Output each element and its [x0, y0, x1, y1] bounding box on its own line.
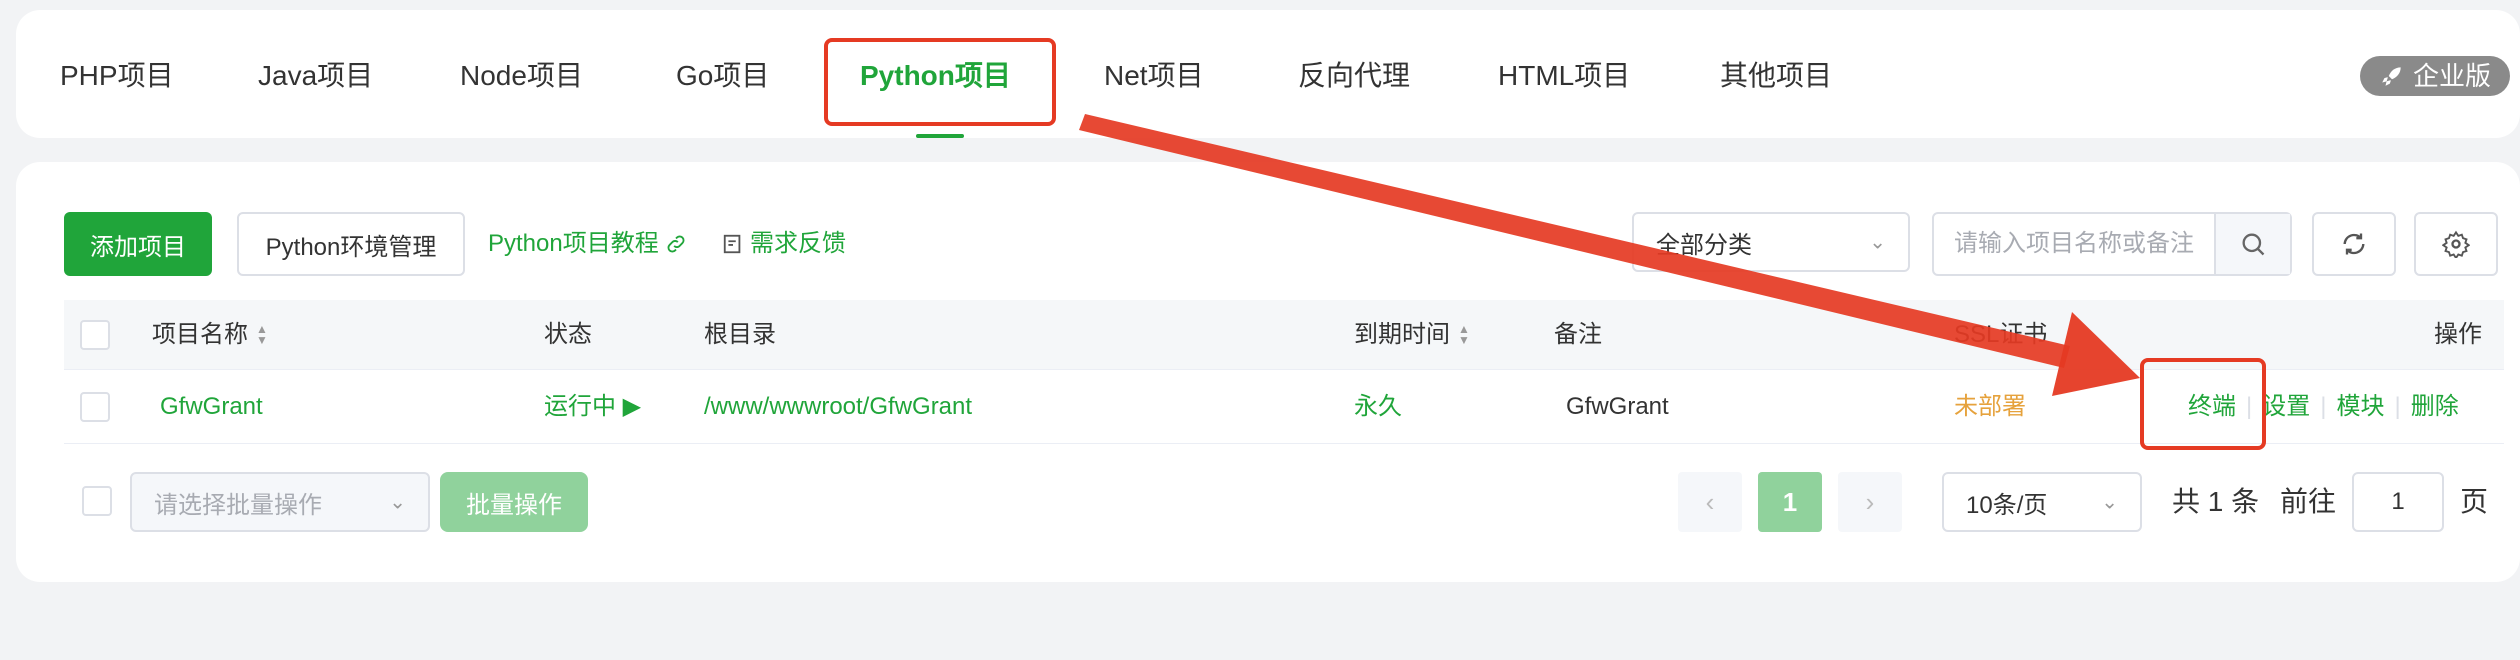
- chevron-left-icon: ‹: [1705, 486, 1715, 517]
- batch-operation-button[interactable]: 批量操作: [440, 472, 588, 532]
- prev-page-button[interactable]: ‹: [1678, 472, 1742, 532]
- module-action[interactable]: 模块: [2336, 393, 2384, 420]
- page-suffix: 页: [2460, 486, 2489, 517]
- column-header-root: 根目录: [704, 321, 776, 348]
- select-all-checkbox[interactable]: [80, 320, 110, 350]
- row-checkbox[interactable]: [80, 392, 110, 422]
- batch-operation-select[interactable]: 请选择批量操作 ⌄: [130, 472, 430, 532]
- tab-net[interactable]: Net项目: [1104, 56, 1204, 96]
- goto-page-input[interactable]: [2352, 472, 2444, 532]
- category-select-value: 全部分类: [1656, 231, 1752, 259]
- category-select[interactable]: 全部分类 ⌄: [1632, 212, 1910, 272]
- tab-reverse-proxy[interactable]: 反向代理: [1298, 56, 1410, 96]
- terminal-action[interactable]: 终端: [2188, 393, 2236, 420]
- page-size-select[interactable]: 10条/页 ⌄: [1942, 472, 2142, 532]
- project-type-tab-bar: [16, 10, 2520, 138]
- ssl-status[interactable]: 未部署: [1954, 370, 2026, 444]
- python-tutorial-label: Python项目教程: [488, 230, 659, 257]
- page-size-value: 10条/页: [1966, 491, 2048, 519]
- edit-icon: [723, 234, 741, 254]
- table-header: 项目名称 ▲ ▼ 状态 根目录 到期时间 ▲ ▼ 备注 SSL证书 操作: [64, 300, 2504, 370]
- total-count: 共 1 条: [2172, 486, 2260, 517]
- column-header-ssl: SSL证书: [1954, 321, 2048, 348]
- remark-value[interactable]: GfwGrant: [1566, 370, 1669, 444]
- tab-html[interactable]: HTML项目: [1498, 56, 1630, 96]
- active-tab-indicator: [916, 134, 964, 138]
- external-link-icon: [667, 235, 685, 253]
- root-dir-link[interactable]: /www/wwwroot/GfwGrant: [704, 370, 972, 444]
- tab-node[interactable]: Node项目: [460, 56, 583, 96]
- sort-icon: ▲ ▼: [1458, 322, 1470, 347]
- divider: |: [2246, 393, 2253, 420]
- feedback-label: 需求反馈: [750, 230, 846, 257]
- search-input[interactable]: [1934, 214, 2214, 274]
- row-actions: 终端 | 设置 | 模块 | 删除: [2188, 370, 2459, 444]
- tab-other[interactable]: 其他项目: [1720, 56, 1832, 96]
- enterprise-badge[interactable]: 企业版: [2360, 56, 2510, 96]
- column-header-remark: 备注: [1554, 321, 1602, 348]
- settings-action[interactable]: 设置: [2262, 393, 2310, 420]
- delete-action[interactable]: 删除: [2411, 393, 2459, 420]
- divider: |: [2394, 393, 2401, 420]
- table-row: GfwGrant 运行中 ▶ /www/wwwroot/GfwGrant 永久 …: [64, 370, 2504, 444]
- play-icon: ▶: [622, 393, 642, 420]
- rocket-icon: [2382, 67, 2401, 86]
- tab-go[interactable]: Go项目: [676, 56, 769, 96]
- chevron-down-icon: ⌄: [2101, 491, 2118, 514]
- enterprise-badge-label: 企业版: [2412, 61, 2491, 91]
- tab-python[interactable]: Python项目: [860, 56, 1011, 96]
- gear-icon: [2442, 230, 2470, 258]
- status-running[interactable]: 运行中 ▶: [544, 370, 641, 444]
- column-header-status: 状态: [544, 321, 592, 348]
- search-box: [1932, 212, 2292, 276]
- sort-icon: ▲ ▼: [256, 322, 268, 347]
- column-header-expire[interactable]: 到期时间 ▲ ▼: [1354, 300, 1470, 370]
- chevron-right-icon: ›: [1865, 486, 1875, 517]
- settings-button[interactable]: [2414, 212, 2498, 276]
- next-page-button[interactable]: ›: [1838, 472, 1902, 532]
- batch-checkbox[interactable]: [82, 486, 112, 516]
- tab-php[interactable]: PHP项目: [60, 56, 174, 96]
- column-header-name[interactable]: 项目名称 ▲ ▼: [152, 300, 268, 370]
- project-name-link[interactable]: GfwGrant: [160, 370, 263, 444]
- search-icon: [2242, 233, 2265, 256]
- status-label: 运行中: [544, 393, 616, 420]
- expire-value[interactable]: 永久: [1354, 370, 1402, 444]
- tab-java[interactable]: Java项目: [258, 56, 373, 96]
- column-header-actions: 操作: [2434, 321, 2482, 348]
- goto-label: 前往: [2280, 486, 2337, 517]
- column-expire-label: 到期时间: [1354, 321, 1450, 348]
- python-env-button[interactable]: Python环境管理: [237, 212, 465, 276]
- python-tutorial-link[interactable]: Python项目教程: [488, 228, 687, 260]
- feedback-link[interactable]: 需求反馈: [722, 228, 846, 260]
- refresh-icon: [2343, 233, 2365, 255]
- page-number-1[interactable]: 1: [1758, 472, 1822, 532]
- add-project-button[interactable]: 添加项目: [64, 212, 212, 276]
- column-name-label: 项目名称: [152, 321, 248, 348]
- divider: |: [2320, 393, 2327, 420]
- refresh-button[interactable]: [2312, 212, 2396, 276]
- chevron-down-icon: ⌄: [389, 491, 406, 514]
- batch-select-placeholder: 请选择批量操作: [154, 491, 322, 519]
- chevron-down-icon: ⌄: [1869, 231, 1886, 254]
- search-button[interactable]: [2214, 214, 2290, 274]
